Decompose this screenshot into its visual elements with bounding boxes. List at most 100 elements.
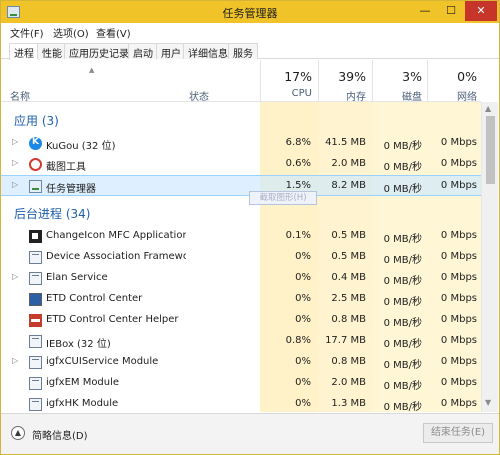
kugou-icon xyxy=(29,137,42,150)
memory-total: 39% xyxy=(338,69,366,84)
cpu-value: 0.8% xyxy=(285,335,311,346)
memory-value: 0.5 MB xyxy=(331,251,366,262)
menu-file[interactable]: 文件(F) xyxy=(10,25,44,40)
cpu-value: 0% xyxy=(295,272,311,283)
table-row[interactable]: ETD Control Center 0% 2.5 MB 0 MB/秒 0 Mb… xyxy=(1,289,481,310)
service-window-icon xyxy=(29,251,42,264)
memory-value: 2.0 MB xyxy=(331,158,366,169)
table-row[interactable]: igfxHK Module 0% 1.3 MB 0 MB/秒 0 Mbps xyxy=(1,394,481,412)
process-name: Device Association Framewo... xyxy=(46,251,186,262)
tooltip: 截取图形(H) xyxy=(249,191,317,205)
network-value: 0 Mbps xyxy=(440,272,477,283)
network-value: 0 Mbps xyxy=(440,158,477,169)
service-window-icon xyxy=(29,377,42,390)
network-value: 0 Mbps xyxy=(440,335,477,346)
disk-value: 0 MB/秒 xyxy=(383,184,422,195)
service-window-icon xyxy=(29,398,42,411)
footer: ▲ 简略信息(D) 结束任务(E) xyxy=(1,413,499,454)
group-header-background[interactable]: 后台进程 (34) xyxy=(14,205,90,222)
service-window-icon xyxy=(29,272,42,285)
task-manager-window: 任务管理器 — ☐ ✕ 文件(F) 选项(O) 查看(V) 进程 性能 应用历史… xyxy=(0,0,500,455)
etd-helper-icon xyxy=(29,314,42,327)
group-header-apps[interactable]: 应用 (3) xyxy=(14,112,59,129)
disk-value: 0 MB/秒 xyxy=(383,162,422,173)
table-row[interactable]: ETD Control Center Helper 0% 0.8 MB 0 MB… xyxy=(1,310,481,331)
tab-users[interactable]: 用户 xyxy=(156,43,186,60)
title-bar[interactable]: 任务管理器 — ☐ ✕ xyxy=(1,1,499,23)
scroll-thumb[interactable] xyxy=(486,116,495,184)
column-header: ▲ 名称 状态 17% CPU 39% 内存 3% 磁盘 0% 网络 xyxy=(1,60,481,103)
table-row[interactable]: ▷ 截图工具 0.6% 2.0 MB 0 MB/秒 0 Mbps xyxy=(1,154,481,175)
table-row[interactable]: ChangeIcon MFC Application... 0.1% 0.5 M… xyxy=(1,226,481,247)
etd-icon xyxy=(29,293,42,306)
expand-chevron-icon[interactable]: ▷ xyxy=(12,158,18,167)
end-task-button[interactable]: 结束任务(E) xyxy=(423,423,493,443)
collapse-up-icon[interactable]: ▲ xyxy=(11,426,25,440)
less-details-link[interactable]: 简略信息(D) xyxy=(32,427,88,442)
tab-processes[interactable]: 进程 xyxy=(9,43,39,60)
table-row[interactable]: igfxEM Module 0% 2.0 MB 0 MB/秒 0 Mbps xyxy=(1,373,481,394)
disk-value: 0 MB/秒 xyxy=(383,381,422,392)
service-window-icon xyxy=(29,356,42,369)
minimize-button[interactable]: — xyxy=(412,1,438,21)
column-network[interactable]: 网络 xyxy=(427,88,477,103)
table-row[interactable]: ▷ KuGou (32 位) 6.8% 41.5 MB 0 MB/秒 0 Mbp… xyxy=(1,133,481,154)
disk-value: 0 MB/秒 xyxy=(383,255,422,266)
process-name: Elan Service xyxy=(46,272,108,283)
disk-value: 0 MB/秒 xyxy=(383,276,422,287)
column-status[interactable]: 状态 xyxy=(189,88,209,103)
scroll-up-icon[interactable]: ▲ xyxy=(485,104,491,113)
table-row[interactable]: Device Association Framewo... 0% 0.5 MB … xyxy=(1,247,481,268)
process-name: igfxEM Module xyxy=(46,377,120,388)
tab-details[interactable]: 详细信息 xyxy=(183,43,233,60)
close-button[interactable]: ✕ xyxy=(465,1,497,21)
column-name[interactable]: 名称 xyxy=(10,88,30,103)
network-total: 0% xyxy=(457,69,477,84)
expand-chevron-icon[interactable]: ▷ xyxy=(12,356,18,365)
tab-services[interactable]: 服务 xyxy=(228,43,258,60)
process-name: ETD Control Center Helper xyxy=(46,314,179,325)
cpu-value: 0% xyxy=(295,293,311,304)
memory-value: 0.5 MB xyxy=(331,230,366,241)
table-row[interactable]: ▷ Elan Service 0% 0.4 MB 0 MB/秒 0 Mbps xyxy=(1,268,481,289)
tab-startup[interactable]: 启动 xyxy=(128,43,158,60)
table-row[interactable]: ▷ igfxCUIService Module 0% 0.8 MB 0 MB/秒… xyxy=(1,352,481,373)
memory-value: 1.3 MB xyxy=(331,398,366,409)
service-window-icon xyxy=(29,335,42,348)
memory-value: 2.5 MB xyxy=(331,293,366,304)
network-value: 0 Mbps xyxy=(440,377,477,388)
memory-value: 0.4 MB xyxy=(331,272,366,283)
memory-value: 0.8 MB xyxy=(331,314,366,325)
tab-performance[interactable]: 性能 xyxy=(37,43,67,60)
network-value: 0 Mbps xyxy=(440,398,477,409)
table-row-selected[interactable]: ▷ 任务管理器 1.5% 8.2 MB 0 MB/秒 0 Mbps xyxy=(1,175,481,196)
column-disk[interactable]: 磁盘 xyxy=(372,88,422,103)
menu-view[interactable]: 查看(V) xyxy=(96,25,131,40)
cpu-value: 0% xyxy=(295,251,311,262)
disk-total: 3% xyxy=(402,69,422,84)
memory-value: 0.8 MB xyxy=(331,356,366,367)
process-name: ChangeIcon MFC Application... xyxy=(46,230,186,241)
memory-value: 17.7 MB xyxy=(325,335,366,346)
vertical-scrollbar[interactable]: ▲ ▼ xyxy=(481,102,498,412)
maximize-button[interactable]: ☐ xyxy=(438,1,464,21)
process-name: 任务管理器 xyxy=(46,184,96,195)
column-memory[interactable]: 内存 xyxy=(318,88,366,103)
scroll-down-icon[interactable]: ▼ xyxy=(485,398,491,407)
menu-bar: 文件(F) 选项(O) 查看(V) xyxy=(1,23,499,40)
expand-chevron-icon[interactable]: ▷ xyxy=(12,272,18,281)
tab-app-history[interactable]: 应用历史记录 xyxy=(64,43,134,60)
changeicon-icon xyxy=(29,230,42,243)
cpu-value: 0% xyxy=(295,377,311,388)
network-value: 0 Mbps xyxy=(440,314,477,325)
process-name: 截图工具 xyxy=(46,162,86,173)
column-cpu[interactable]: CPU xyxy=(260,88,312,99)
menu-options[interactable]: 选项(O) xyxy=(53,25,89,40)
expand-chevron-icon[interactable]: ▷ xyxy=(12,137,18,146)
table-row[interactable]: IEBox (32 位) 0.8% 17.7 MB 0 MB/秒 0 Mbps xyxy=(1,331,481,352)
tab-bar: 进程 性能 应用历史记录 启动 用户 详细信息 服务 xyxy=(1,41,499,60)
network-value: 0 Mbps xyxy=(440,180,477,191)
disk-value: 0 MB/秒 xyxy=(383,234,422,245)
process-name: igfxCUIService Module xyxy=(46,356,159,367)
expand-chevron-icon[interactable]: ▷ xyxy=(12,180,18,189)
